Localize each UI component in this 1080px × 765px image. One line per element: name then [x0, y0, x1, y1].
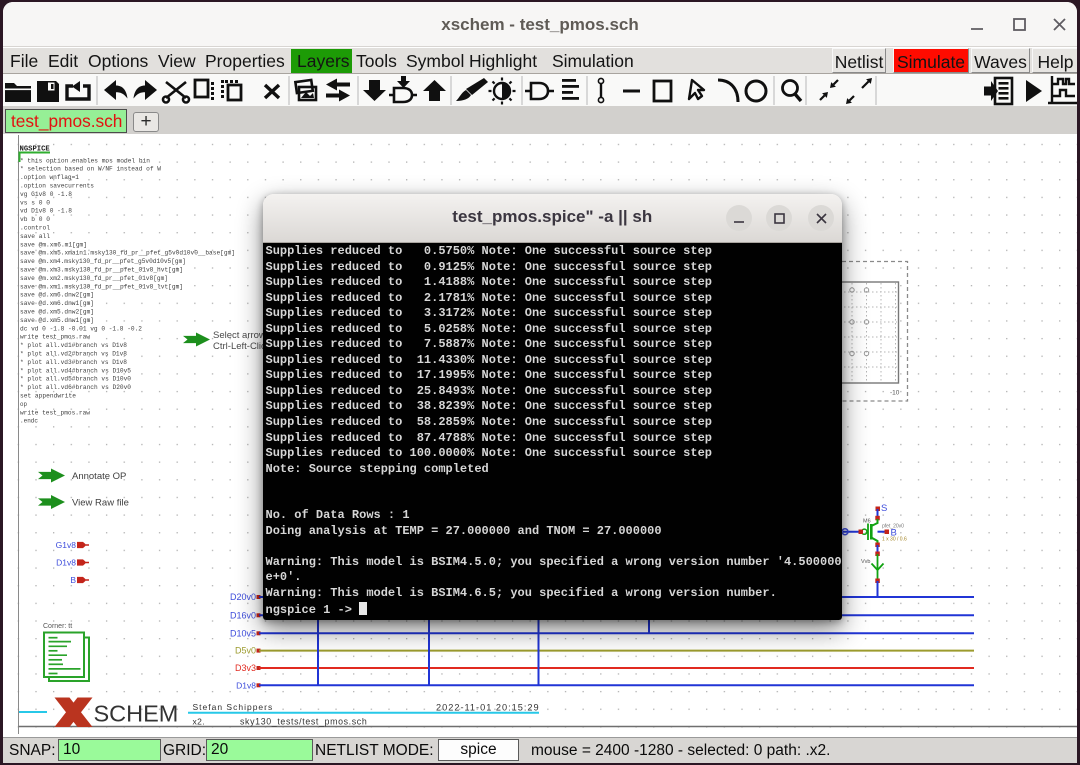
- svg-text:save @d.xm5.dnw1[gm]: save @d.xm5.dnw1[gm]: [20, 317, 94, 324]
- svg-text:B: B: [70, 575, 76, 585]
- svg-text:save @m.xm5.xmain1.msky130_fd_: save @m.xm5.xmain1.msky130_fd_pr__pfet_g…: [20, 250, 235, 257]
- svg-text:save @m.xm1.msky130_fd_pr__pfe: save @m.xm1.msky130_fd_pr__pfet_01v8_lvt…: [20, 283, 183, 290]
- svg-text:1 x 30 / 0.6: 1 x 30 / 0.6: [882, 537, 907, 543]
- svg-text:Annotate OP: Annotate OP: [72, 471, 126, 482]
- svg-text:D1v8: D1v8: [56, 558, 76, 568]
- svg-text:D20v0: D20v0: [230, 592, 256, 602]
- svg-text:vb b 0 0: vb b 0 0: [20, 216, 50, 223]
- svg-text:Vvb: Vvb: [861, 559, 870, 565]
- svg-text:* plot all.vd1#branch vs D1v8: * plot all.vd1#branch vs D1v8: [20, 342, 127, 349]
- svg-text:2022-11-01 20:15:29: 2022-11-01 20:15:29: [436, 703, 540, 713]
- svg-text:G1v8: G1v8: [56, 540, 77, 550]
- svg-text:.option savecurrents: .option savecurrents: [20, 183, 94, 190]
- svg-text:save @m.xm3.msky130_fd_pr__pfe: save @m.xm3.msky130_fd_pr__pfet_01v8_hvt…: [20, 267, 183, 274]
- svg-text:.control: .control: [20, 225, 50, 232]
- svg-text:D1v8: D1v8: [236, 680, 256, 690]
- svg-text:D5v0: D5v0: [235, 646, 256, 656]
- svg-text:* plot all.vd5#branch vs D10v0: * plot all.vd5#branch vs D10v0: [20, 376, 131, 383]
- svg-text:.option wnflag=1: .option wnflag=1: [20, 174, 79, 181]
- svg-text:x2.: x2.: [193, 717, 206, 727]
- svg-text:save @d.xm6.dnw2[gm]: save @d.xm6.dnw2[gm]: [20, 292, 94, 299]
- svg-text:* plot all.vd4#branch vs D10v5: * plot all.vd4#branch vs D10v5: [20, 367, 131, 374]
- svg-text:M6: M6: [863, 519, 871, 525]
- svg-text:* plot all.vd2#branch vs D1v8: * plot all.vd2#branch vs D1v8: [20, 351, 127, 358]
- svg-text:vg G1v8 0 -1.8: vg G1v8 0 -1.8: [20, 191, 72, 198]
- svg-text:-10: -10: [890, 390, 900, 397]
- svg-text:* selection based on W/NF inst: * selection based on W/NF instead of W: [20, 166, 161, 173]
- svg-text:S: S: [881, 503, 887, 514]
- svg-text:vd D1v8 0 -1.8: vd D1v8 0 -1.8: [20, 208, 72, 215]
- svg-text:save @d.xm5.dnw2[gm]: save @d.xm5.dnw2[gm]: [20, 309, 94, 316]
- svg-text:write test_pmos.raw: write test_pmos.raw: [20, 409, 90, 416]
- svg-text:D16v0: D16v0: [230, 610, 256, 620]
- svg-text:D3v3: D3v3: [235, 663, 256, 673]
- svg-text:Corner: tt: Corner: tt: [43, 623, 72, 630]
- svg-text:.endc: .endc: [20, 418, 38, 425]
- svg-text:save all: save all: [20, 233, 50, 240]
- svg-text:set appendwrite: set appendwrite: [20, 393, 76, 400]
- svg-text:write test_pmos.raw: write test_pmos.raw: [20, 334, 90, 341]
- svg-text:save @d.xm6.dnw1[gm]: save @d.xm6.dnw1[gm]: [20, 300, 94, 307]
- svg-text:pfet_20v0: pfet_20v0: [882, 524, 904, 530]
- svg-text:D10v5: D10v5: [230, 628, 256, 638]
- svg-text:vs s 0 0: vs s 0 0: [20, 199, 50, 206]
- svg-text:save @m.xm4.msky130_fd_pr__pfe: save @m.xm4.msky130_fd_pr__pfet_g5v0d10v…: [20, 258, 186, 265]
- svg-text:dc vd 0 -1.8 -0.01 vg 0 -1.8 -: dc vd 0 -1.8 -0.01 vg 0 -1.8 -0.2: [20, 325, 142, 332]
- svg-text:Stefan Schippers: Stefan Schippers: [193, 702, 274, 712]
- svg-text:sky130_tests/test_pmos.sch: sky130_tests/test_pmos.sch: [240, 717, 367, 727]
- svg-text:* plot all.vd3#branch vs D1v8: * plot all.vd3#branch vs D1v8: [20, 359, 127, 366]
- svg-text:View Raw file: View Raw file: [72, 498, 129, 509]
- svg-text:save @m.xm6.m1[gm]: save @m.xm6.m1[gm]: [20, 241, 87, 248]
- svg-text:save @m.xm2.msky130_fd_pr__pfe: save @m.xm2.msky130_fd_pr__pfet_01v8[gm]: [20, 275, 168, 282]
- svg-text:op: op: [20, 401, 27, 408]
- svg-text:* this option enables mos mode: * this option enables mos model bin: [20, 157, 150, 164]
- svg-text:* plot all.vd6#branch vs D20v0: * plot all.vd6#branch vs D20v0: [20, 384, 131, 391]
- svg-text:SCHEM: SCHEM: [94, 701, 179, 727]
